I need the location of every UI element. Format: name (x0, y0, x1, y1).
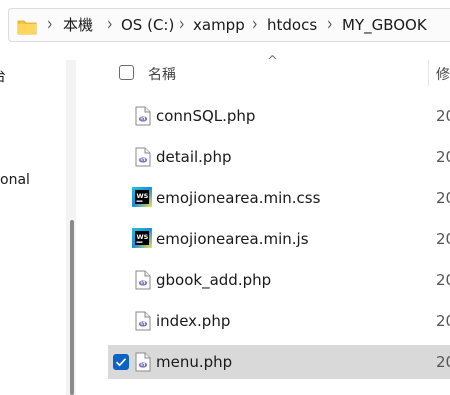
file-date-modified: 20 (436, 148, 450, 166)
file-date-modified: 20 (436, 230, 450, 248)
breadcrumb-item-htdocs[interactable]: htdocs (267, 9, 317, 41)
file-row[interactable]: detail.php 20 (108, 140, 450, 174)
php-file-icon (134, 147, 152, 167)
folder-icon (17, 20, 37, 35)
webstorm-file-icon: WS (132, 228, 152, 248)
breadcrumb-separator[interactable]: › (47, 4, 53, 46)
nav-item-fragment[interactable]: 台 (0, 66, 6, 86)
breadcrumb-separator[interactable]: › (252, 4, 258, 46)
breadcrumb[interactable]: › 本機 › OS (C:) › xampp › htdocs › MY_GBO… (8, 8, 450, 42)
file-name[interactable]: index.php (156, 304, 230, 338)
file-row[interactable]: index.php 20 (108, 304, 450, 338)
nav-item-fragment[interactable]: onal (0, 172, 30, 188)
column-divider[interactable] (428, 60, 429, 86)
breadcrumb-separator[interactable]: › (179, 4, 185, 46)
breadcrumb-item-this-pc[interactable]: 本機 (63, 9, 93, 41)
breadcrumb-item-os-c[interactable]: OS (C:) (121, 9, 174, 41)
svg-text:WS: WS (137, 192, 149, 200)
breadcrumb-item-my-gbook[interactable]: MY_GBOOK (342, 9, 427, 41)
file-name[interactable]: gbook_add.php (156, 263, 271, 297)
php-file-icon (134, 270, 152, 290)
file-date-modified: 20 (436, 107, 450, 125)
file-date-modified: 20 (436, 189, 450, 207)
breadcrumb-item-xampp[interactable]: xampp (193, 9, 245, 41)
file-date-modified: 20 (436, 271, 450, 289)
file-name[interactable]: emojionearea.min.css (156, 181, 320, 215)
php-file-icon (134, 311, 152, 331)
file-name[interactable]: connSQL.php (156, 99, 255, 133)
address-bar: › 本機 › OS (C:) › xampp › htdocs › MY_GBO… (0, 0, 450, 50)
breadcrumb-separator[interactable]: › (327, 4, 333, 46)
file-row[interactable]: connSQL.php 20 (108, 99, 450, 133)
file-row[interactable]: WS emojionearea.min.js 20 (108, 222, 450, 256)
webstorm-file-icon: WS (132, 187, 152, 207)
file-date-modified: 20 (436, 312, 450, 330)
breadcrumb-separator[interactable]: › (107, 4, 113, 46)
file-row[interactable]: gbook_add.php 20 (108, 263, 450, 297)
file-row[interactable]: menu.php 20 (108, 345, 450, 379)
php-file-icon (134, 106, 152, 126)
file-name[interactable]: emojionearea.min.js (156, 222, 309, 256)
file-name[interactable]: detail.php (156, 140, 231, 174)
nav-scrollbar-thumb[interactable] (70, 220, 74, 395)
column-header-name[interactable]: 名稱 (148, 64, 176, 84)
row-checkbox-checked[interactable] (113, 354, 129, 370)
php-file-icon (134, 352, 152, 372)
sort-ascending-icon: ^ (267, 54, 278, 69)
column-header-date-modified[interactable]: 修 (436, 64, 450, 84)
svg-text:WS: WS (137, 233, 149, 241)
file-date-modified: 20 (436, 353, 450, 371)
column-header-row: 名稱 ^ 修 (108, 54, 450, 92)
select-all-checkbox[interactable] (119, 65, 134, 80)
file-name[interactable]: menu.php (156, 345, 232, 379)
file-row[interactable]: WS emojionearea.min.css 20 (108, 181, 450, 215)
